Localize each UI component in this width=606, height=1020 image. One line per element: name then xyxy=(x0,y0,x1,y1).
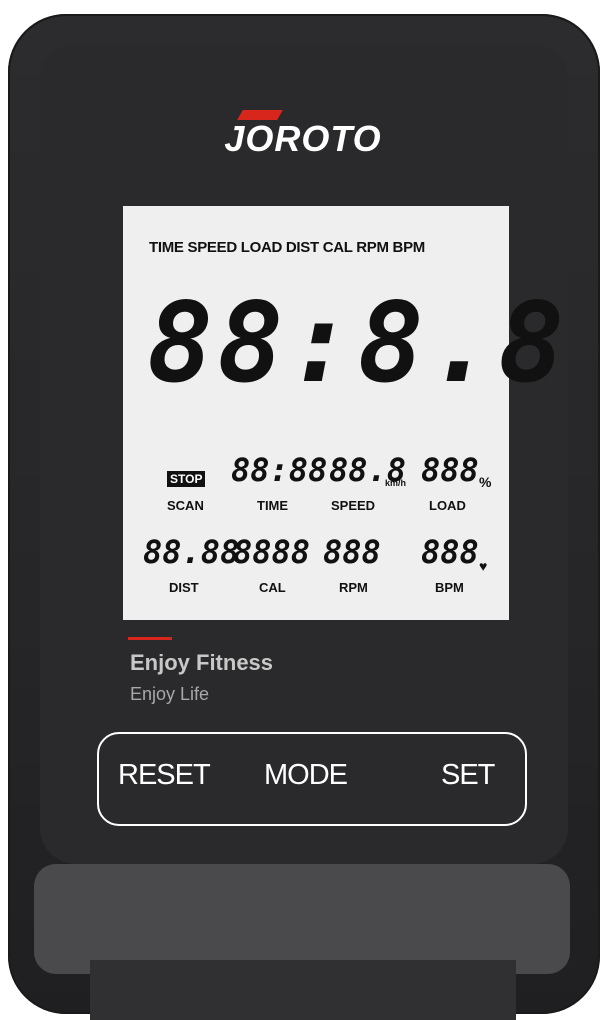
time-digits: 88:88 xyxy=(231,451,328,489)
bpm-label: BPM xyxy=(435,580,464,595)
bpm-digits: 888 xyxy=(421,533,479,571)
speed-unit: km/h xyxy=(385,478,407,488)
lcd-mode-labels: TIME SPEED LOAD DIST CAL RPM BPM xyxy=(149,239,425,256)
reset-button[interactable]: RESET xyxy=(118,759,211,792)
load-digits: 888 xyxy=(421,451,479,489)
lcd-main-digits: 88:8.8 xyxy=(147,279,569,407)
dist-digits: 88.88 xyxy=(143,533,240,571)
console-base xyxy=(90,960,516,1020)
cal-digits: 8888 xyxy=(233,533,311,571)
load-label: LOAD xyxy=(429,498,466,513)
stop-badge: STOP xyxy=(167,471,206,487)
brand-logo: JOROTO xyxy=(224,118,382,159)
accent-line xyxy=(128,637,172,640)
heart-icon: ♥ xyxy=(479,558,488,574)
rpm-label: RPM xyxy=(339,580,368,595)
bottom-ledge xyxy=(34,864,570,974)
rpm-digits: 888 xyxy=(323,533,381,571)
time-label: TIME xyxy=(257,498,289,513)
set-button[interactable]: SET xyxy=(441,759,495,792)
mode-button[interactable]: MODE xyxy=(264,759,348,792)
cal-label: CAL xyxy=(259,580,286,595)
tagline-primary: Enjoy Fitness xyxy=(130,650,274,675)
lcd-display: TIME SPEED LOAD DIST CAL RPM BPM 88:8.8 … xyxy=(123,206,564,620)
dist-label: DIST xyxy=(169,580,199,595)
speed-label: SPEED xyxy=(331,498,376,513)
scan-label: SCAN xyxy=(167,498,204,513)
tagline-secondary: Enjoy Life xyxy=(130,684,210,704)
load-unit: % xyxy=(479,474,492,490)
